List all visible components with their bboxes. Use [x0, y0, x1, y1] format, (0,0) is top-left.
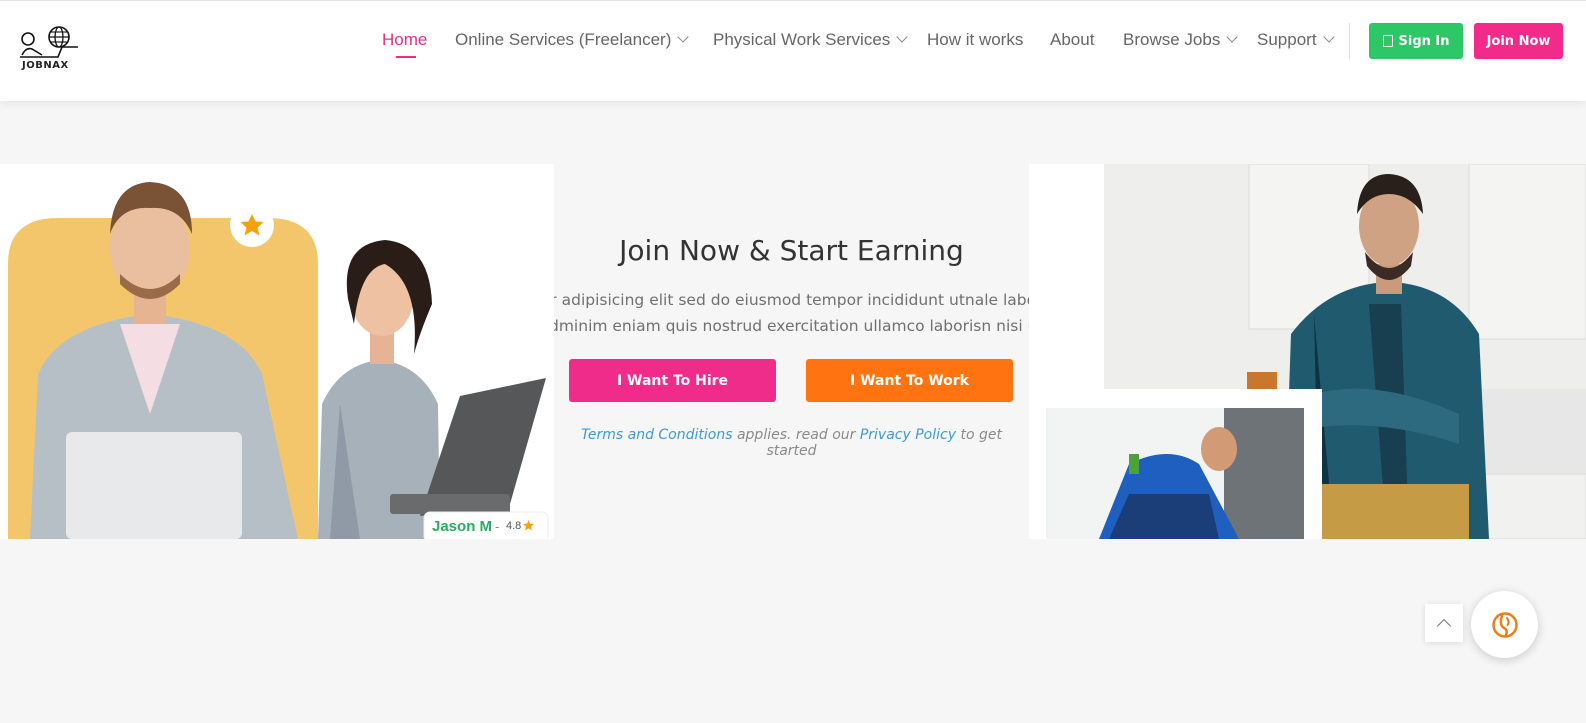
- work-label: I Want To Work: [850, 372, 969, 389]
- nav-item-online-services[interactable]: Online Services (Freelancer): [455, 30, 690, 50]
- nav-divider: [1349, 23, 1350, 59]
- nav-label: Browse Jobs: [1123, 30, 1221, 49]
- chevron-down-icon: [1322, 31, 1335, 43]
- nav-item-how-it-works[interactable]: How it works: [927, 30, 1023, 50]
- join-now-button[interactable]: Join Now: [1474, 23, 1563, 59]
- scroll-to-top-button[interactable]: [1425, 604, 1463, 642]
- nav-item-physical-work[interactable]: Physical Work Services: [713, 30, 908, 50]
- nav-label: About: [1050, 30, 1095, 49]
- active-underline: [396, 56, 416, 58]
- logo-text: JOBNAX: [22, 60, 69, 71]
- chat-widget-button[interactable]: [1471, 591, 1538, 658]
- nav-item-home[interactable]: Home: [382, 30, 427, 50]
- hero-description-line-1: ur adipisicing elit sed do eiusmod tempo…: [554, 291, 1029, 309]
- nav-label: Home: [382, 30, 428, 49]
- nav-item-about[interactable]: About: [1050, 30, 1094, 50]
- rating-card-name: Jason M: [432, 518, 493, 535]
- hero-title: Join Now & Start Earning: [619, 234, 964, 267]
- hero-left-image: Jason M - 4.8: [0, 164, 554, 539]
- nav-item-browse-jobs[interactable]: Browse Jobs: [1123, 30, 1238, 50]
- chevron-down-icon: [1226, 31, 1238, 43]
- freelancers-illustration: [8, 182, 549, 539]
- hire-label: I Want To Hire: [616, 372, 729, 389]
- workers-illustration: [1029, 164, 1586, 539]
- chevron-down-icon: [677, 31, 690, 43]
- privacy-policy-link[interactable]: Privacy Policy: [860, 427, 956, 443]
- hero-cta: Join Now & Start Earning ur adipisicing …: [554, 164, 1029, 539]
- rating-card-value: 4.8: [506, 520, 522, 532]
- nav-item-support[interactable]: Support: [1257, 30, 1335, 50]
- chevron-down-icon: [896, 31, 908, 43]
- sign-in-label: Sign In: [1398, 33, 1450, 49]
- login-icon: [1382, 35, 1393, 47]
- chevron-up-icon: [1436, 618, 1452, 633]
- join-now-label: Join Now: [1486, 33, 1551, 49]
- terms-link[interactable]: Terms and Conditions: [581, 427, 732, 443]
- nav-label: Online Services (Freelancer): [455, 30, 672, 49]
- site-header: JOBNAX Home Online Services (Freelancer)…: [0, 0, 1586, 101]
- work-button[interactable]: I Want To Work: [806, 359, 1013, 402]
- nav-label: How it works: [927, 30, 1024, 49]
- hero-description-line-2: adminim eniam quis nostrud exercitation …: [554, 317, 1029, 335]
- hire-button[interactable]: I Want To Hire: [569, 359, 776, 402]
- hero-description: ur adipisicing elit sed do eiusmod tempo…: [554, 287, 1029, 339]
- sign-in-button[interactable]: Sign In: [1369, 23, 1463, 59]
- nav-label: Physical Work Services: [713, 30, 891, 49]
- hero-right-image: [1029, 164, 1586, 539]
- rating-card-sep: -: [495, 519, 500, 534]
- terms-note: Terms and Conditions applies. read our P…: [554, 427, 1029, 459]
- star-icon: [523, 520, 534, 531]
- terms-note-text: applies. read our: [732, 427, 860, 443]
- nav-label: Support: [1257, 30, 1317, 49]
- chat-icon: [1491, 611, 1518, 638]
